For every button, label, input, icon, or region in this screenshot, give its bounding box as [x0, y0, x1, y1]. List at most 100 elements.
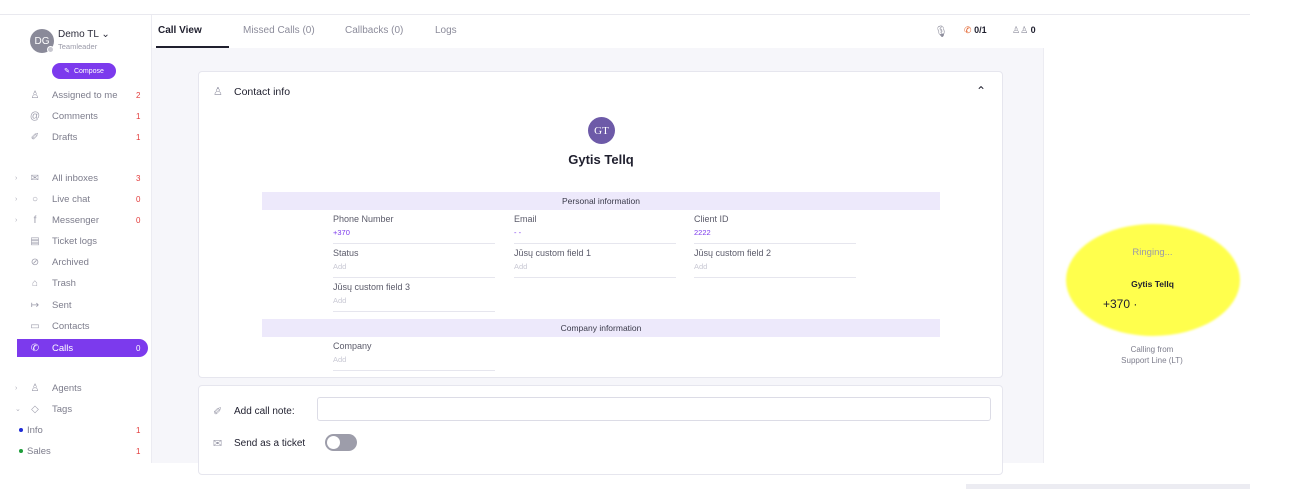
active-call-panel: Ringing... Gytis Tellq +370 · Calling fr… — [1045, 48, 1250, 463]
client-id-field[interactable]: Client ID 2222 — [694, 210, 856, 244]
tab-bar: Call View Missed Calls (0) Callbacks (0)… — [152, 15, 1044, 48]
user-menu[interactable]: DG Demo TL ⌄ Teamleader — [30, 27, 150, 55]
sidebar-item-calls[interactable]: ✆ Calls 0 — [17, 339, 148, 357]
sidebar-item-label: Trash — [52, 277, 76, 289]
chevron-up-icon[interactable]: ⌃ — [976, 84, 986, 98]
sidebar-item-label: Contacts — [52, 320, 90, 332]
company-field[interactable]: Company Add — [333, 337, 495, 371]
sidebar-item-sent[interactable]: ↦ Sent — [0, 296, 150, 314]
chevron-right-icon[interactable]: › — [15, 196, 17, 203]
document-icon: ▤ — [30, 235, 40, 247]
sidebar-item-label: Agents — [52, 382, 82, 394]
field-label: Email — [514, 214, 537, 224]
user-role: Teamleader — [58, 42, 98, 51]
field-placeholder: Add — [333, 355, 347, 364]
calls-count: 0/1 — [974, 25, 987, 35]
compose-button[interactable]: ✎ Compose — [52, 63, 116, 79]
status-dot — [47, 46, 54, 53]
tab-logs[interactable]: Logs — [435, 25, 457, 36]
sidebar-item-label: Ticket logs — [52, 235, 98, 247]
facebook-icon: f — [33, 214, 37, 226]
call-note-label: Add call note: — [234, 406, 295, 417]
sidebar-item-label: Info — [27, 424, 43, 436]
caller-number: +370 · — [1103, 297, 1138, 311]
tag-icon: ◇ — [31, 403, 39, 415]
custom-field-1[interactable]: Jūsų custom field 1 Add — [514, 244, 676, 278]
caller-name: Gytis Tellq — [1131, 279, 1174, 289]
contact-name: Gytis Tellq — [568, 152, 634, 167]
send-as-ticket-label: Send as a ticket — [234, 438, 306, 449]
sidebar-item-label: Sales — [27, 445, 51, 457]
agents-icon: ♙ — [30, 382, 40, 394]
custom-field-3[interactable]: Jūsų custom field 3 Add — [333, 278, 495, 312]
sidebar-item-tags[interactable]: ⌄ ◇ Tags — [0, 400, 150, 418]
user-name: Demo TL ⌄ — [58, 29, 110, 40]
field-value: 2222 — [694, 228, 711, 237]
main-panel: ♙ Contact info ⌃ GT Gytis Tellq Personal… — [152, 48, 1044, 475]
trash-icon: ⌂ — [31, 277, 39, 289]
sidebar-item-messenger[interactable]: › f Messenger 0 — [0, 211, 150, 229]
sidebar-item-label: Calls — [52, 342, 74, 354]
online-agents-indicator[interactable]: ♙♙ 0 — [1012, 25, 1036, 36]
pencil-icon: ✐ — [30, 131, 40, 143]
toggle-knob — [327, 436, 340, 449]
call-status: Ringing... — [1132, 247, 1173, 258]
tab-missed-calls[interactable]: Missed Calls (0) — [243, 25, 315, 36]
call-note-input[interactable] — [317, 397, 991, 421]
sidebar-item-assigned[interactable]: ♙ Assigned to me 2 — [0, 86, 150, 104]
send-as-ticket-toggle[interactable] — [325, 434, 357, 451]
sidebar-item-label: Sent — [52, 299, 72, 311]
calling-from-label: Calling from — [1130, 345, 1174, 354]
incoming-calls-indicator[interactable]: ✆ 0/1 — [964, 25, 987, 36]
microphone-icon[interactable]: 🎙 — [934, 25, 948, 38]
field-label: Jūsų custom field 2 — [694, 248, 772, 258]
sidebar-item-ticket-logs[interactable]: ▤ Ticket logs — [0, 232, 150, 250]
chevron-right-icon[interactable]: › — [15, 175, 17, 182]
email-field[interactable]: Email - - — [514, 210, 676, 244]
sidebar-item-label: Live chat — [52, 193, 91, 205]
sidebar-item-archived[interactable]: ⊘ Archived — [0, 253, 150, 271]
status-field[interactable]: Status Add — [333, 244, 495, 278]
chevron-right-icon[interactable]: › — [15, 385, 17, 392]
tab-call-view[interactable]: Call View — [158, 25, 202, 36]
contacts-icon: ▭ — [30, 320, 40, 332]
phone-icon: ✆ — [30, 342, 40, 354]
compose-label: Compose — [73, 67, 104, 75]
call-actions-card: ✐ Add call note: ✉ Send as a ticket — [198, 385, 1003, 475]
sidebar-item-agents[interactable]: › ♙ Agents — [0, 379, 150, 397]
sidebar-item-comments[interactable]: @ Comments 1 — [0, 107, 150, 125]
calling-from: Calling from Support Line (LT) — [1097, 344, 1207, 366]
count-badge: 1 — [136, 111, 141, 121]
envelope-icon: ✉ — [30, 172, 40, 184]
bottom-scrollbar[interactable] — [966, 484, 1250, 489]
custom-field-2[interactable]: Jūsų custom field 2 Add — [694, 244, 856, 278]
sidebar-item-tag-info[interactable]: Info 1 — [0, 421, 150, 439]
contact-info-card: ♙ Contact info ⌃ GT Gytis Tellq Personal… — [198, 71, 1003, 378]
agents-icon: ♙♙ — [1012, 25, 1029, 35]
phone-number-field[interactable]: Phone Number +370 — [333, 210, 495, 244]
app-window: DG Demo TL ⌄ Teamleader ✎ Compose ♙ Assi… — [0, 14, 1250, 475]
sidebar-item-label: Comments — [52, 110, 98, 122]
field-placeholder: Add — [514, 262, 528, 271]
pencil-icon: ✐ — [213, 406, 223, 418]
tag-color-dot — [19, 428, 23, 432]
company-information-header: Company information — [262, 319, 940, 337]
count-badge: 1 — [136, 425, 141, 435]
tab-callbacks[interactable]: Callbacks (0) — [345, 25, 403, 36]
contact-info-title: Contact info — [234, 86, 291, 98]
phone-ringing-icon: ✆ — [964, 25, 972, 35]
sidebar-item-contacts[interactable]: ▭ Contacts — [0, 317, 150, 335]
send-icon: ↦ — [30, 299, 40, 311]
chevron-right-icon[interactable]: › — [15, 217, 17, 224]
sidebar-item-drafts[interactable]: ✐ Drafts 1 — [0, 128, 150, 146]
chevron-down-icon[interactable]: ⌄ — [15, 405, 21, 413]
sidebar-item-live-chat[interactable]: › ○ Live chat 0 — [0, 190, 150, 208]
sidebar-item-all-inboxes[interactable]: › ✉ All inboxes 3 — [0, 169, 150, 187]
personal-information-header: Personal information — [262, 192, 940, 210]
field-placeholder: Add — [333, 262, 347, 271]
sidebar-item-trash[interactable]: ⌂ Trash — [0, 274, 150, 292]
field-label: Jūsų custom field 3 — [333, 282, 411, 292]
field-value: - - — [514, 228, 522, 237]
field-label: Status — [333, 248, 359, 258]
sidebar-item-tag-sales[interactable]: Sales 1 — [0, 442, 150, 460]
